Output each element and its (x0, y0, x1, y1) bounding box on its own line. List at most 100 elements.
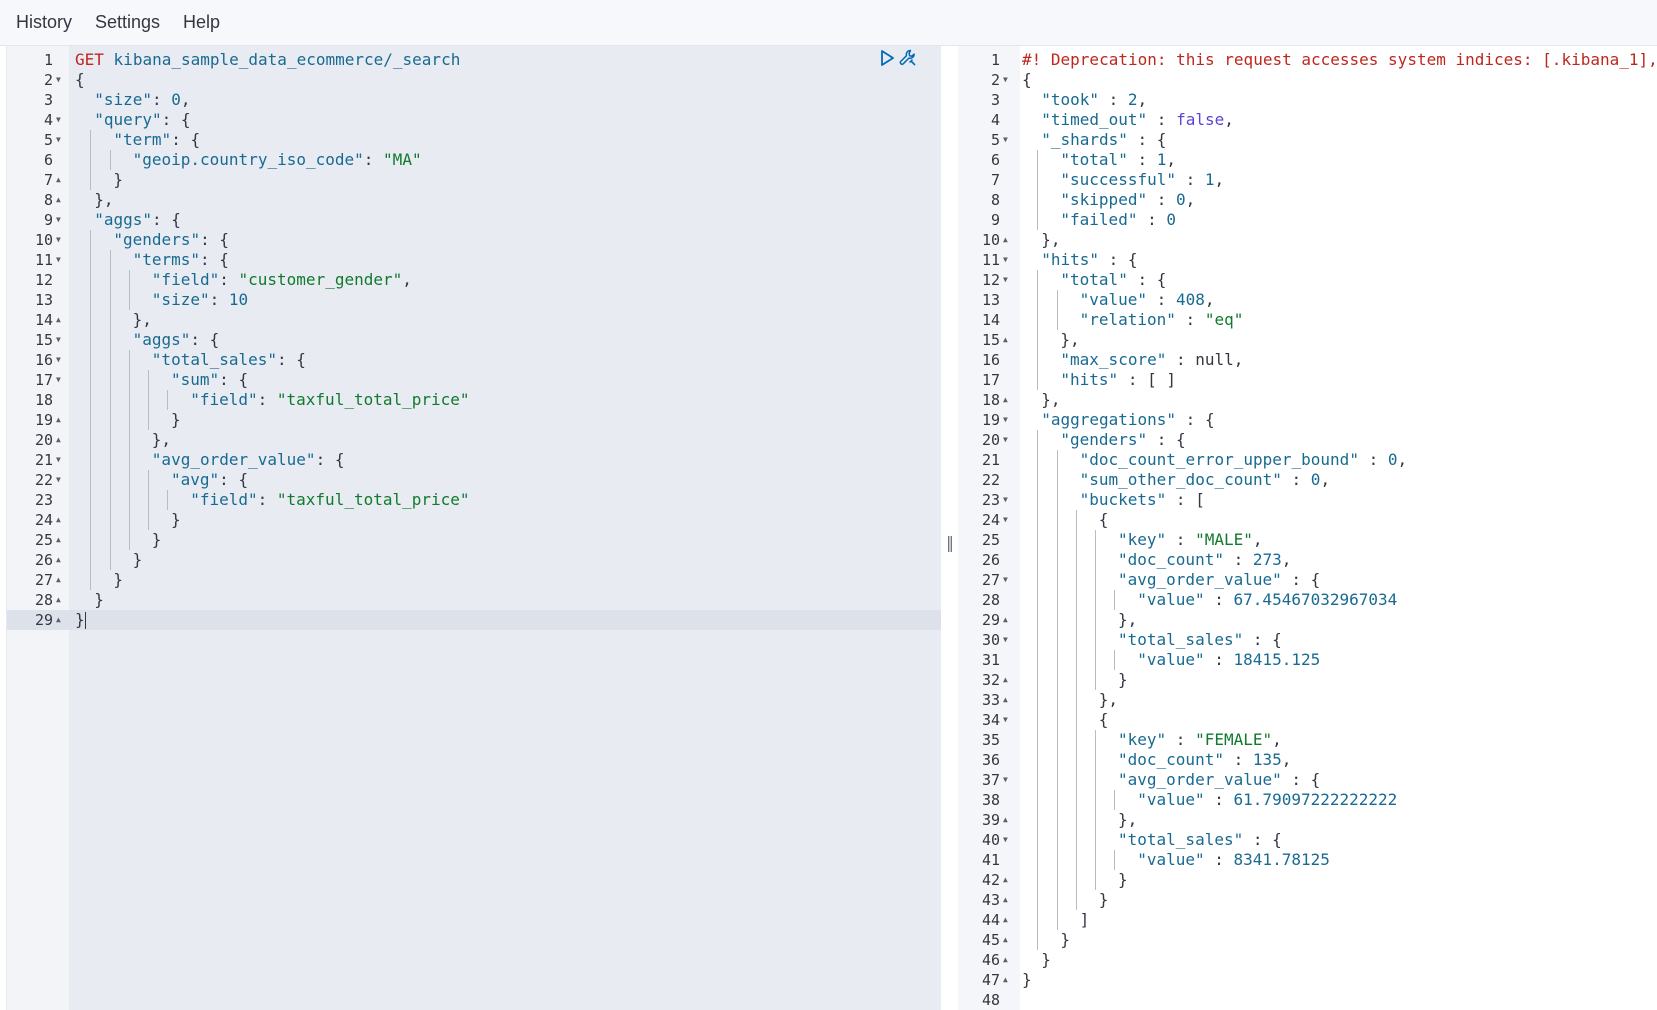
request-line[interactable]: 24 ▲} (7, 510, 942, 530)
request-line[interactable]: 8 ▲}, (7, 190, 942, 210)
fold-collapse-icon[interactable]: ▼ (56, 450, 66, 470)
divider-handle[interactable]: ‖ (946, 533, 954, 552)
fold-collapse-icon[interactable]: ▼ (56, 210, 66, 230)
fold-expand-icon[interactable]: ▲ (56, 410, 66, 430)
fold-expand-icon[interactable]: ▲ (1003, 890, 1013, 910)
fold-collapse-icon[interactable]: ▼ (56, 110, 66, 130)
code-token: "hits" (1060, 370, 1119, 389)
fold-expand-icon[interactable]: ▲ (1003, 970, 1013, 990)
request-line[interactable]: 9 ▼ "aggs": { (7, 210, 942, 230)
code-text: } (1022, 970, 1032, 990)
fold-expand-icon[interactable]: ▲ (1003, 230, 1013, 250)
indent-guide (1094, 630, 1096, 650)
fold-expand-icon[interactable]: ▲ (1003, 950, 1013, 970)
request-line[interactable]: 1 GET kibana_sample_data_ecommerce/_searc… (7, 50, 942, 70)
fold-expand-icon[interactable]: ▲ (1003, 670, 1013, 690)
request-line[interactable]: 2 ▼ { (7, 70, 942, 90)
menu-settings[interactable]: Settings (95, 12, 160, 33)
request-line[interactable]: 26 ▲} (7, 550, 942, 570)
request-line[interactable]: 15 ▼ "aggs": { (7, 330, 942, 350)
fold-collapse-icon[interactable]: ▼ (56, 330, 66, 350)
fold-collapse-icon[interactable]: ▼ (1003, 490, 1013, 510)
fold-collapse-icon[interactable]: ▼ (1003, 430, 1013, 450)
request-line[interactable]: 4 ▼ "query": { (7, 110, 942, 130)
fold-collapse-icon[interactable]: ▼ (1003, 250, 1013, 270)
fold-expand-icon[interactable]: ▲ (1003, 390, 1013, 410)
code-text: "doc_count" : 135, (1118, 750, 1291, 770)
code-token: "term" (113, 130, 172, 149)
fold-expand-icon[interactable]: ▲ (56, 190, 66, 210)
wrench-icon[interactable] (898, 48, 918, 68)
indent-guide (1094, 550, 1096, 570)
fold-expand-icon[interactable]: ▲ (56, 530, 66, 550)
request-line[interactable]: 12 "field": "customer_gender", (7, 270, 942, 290)
fold-collapse-icon[interactable]: ▼ (1003, 270, 1013, 290)
fold-expand-icon[interactable]: ▲ (1003, 870, 1013, 890)
play-icon[interactable] (878, 49, 896, 67)
request-lines[interactable]: 1 GET kibana_sample_data_ecommerce/_searc… (7, 46, 942, 630)
request-editor[interactable]: 1 GET kibana_sample_data_ecommerce/_searc… (6, 46, 942, 1010)
request-line[interactable]: 14 ▲}, (7, 310, 942, 330)
request-line[interactable]: 23 "field": "taxful_total_price" (7, 490, 942, 510)
fold-collapse-icon[interactable]: ▼ (56, 250, 66, 270)
pane-divider[interactable] (941, 46, 958, 1010)
fold-collapse-icon[interactable]: ▼ (1003, 830, 1013, 850)
fold-expand-icon[interactable]: ▲ (1003, 810, 1013, 830)
fold-expand-icon[interactable]: ▲ (1003, 690, 1013, 710)
indent-guide (90, 310, 92, 330)
request-line[interactable]: 28 ▲} (7, 590, 942, 610)
fold-collapse-icon[interactable]: ▼ (1003, 570, 1013, 590)
indent-guide (90, 530, 92, 550)
request-line[interactable]: 19 ▲} (7, 410, 942, 430)
indent-guide (109, 370, 111, 390)
fold-expand-icon[interactable]: ▲ (1003, 330, 1013, 350)
fold-collapse-icon[interactable]: ▼ (1003, 410, 1013, 430)
line-number: 14 (981, 311, 1000, 329)
fold-collapse-icon[interactable]: ▼ (1003, 710, 1013, 730)
request-line[interactable]: 11 ▼ "terms": { (7, 250, 942, 270)
request-line[interactable]: 13 "size": 10 (7, 290, 942, 310)
request-line[interactable]: 17 ▼ "sum": { (7, 370, 942, 390)
request-line[interactable]: 25 ▲} (7, 530, 942, 550)
request-line[interactable]: 6 "geoip.country_iso_code": "MA" (7, 150, 942, 170)
menu-history[interactable]: History (16, 12, 72, 33)
request-line[interactable]: 21 ▼ "avg_order_value": { (7, 450, 942, 470)
fold-expand-icon[interactable]: ▲ (56, 610, 66, 630)
code-token: , (1137, 90, 1148, 109)
request-line[interactable]: 20 ▲}, (7, 430, 942, 450)
fold-expand-icon[interactable]: ▲ (56, 170, 66, 190)
menu-help[interactable]: Help (183, 12, 220, 33)
fold-collapse-icon[interactable]: ▼ (56, 130, 66, 150)
request-line[interactable]: 10 ▼ "genders": { (7, 230, 942, 250)
fold-collapse-icon[interactable]: ▼ (56, 70, 66, 90)
code-token: , (1281, 750, 1292, 769)
request-line[interactable]: 16 ▼ "total_sales": { (7, 350, 942, 370)
fold-expand-icon[interactable]: ▲ (1003, 610, 1013, 630)
fold-expand-icon[interactable]: ▲ (56, 570, 66, 590)
fold-expand-icon[interactable]: ▲ (1003, 930, 1013, 950)
request-line[interactable]: 22 ▼ "avg": { (7, 470, 942, 490)
fold-collapse-icon[interactable]: ▼ (56, 350, 66, 370)
request-line[interactable]: 27 ▲} (7, 570, 942, 590)
request-line[interactable]: 29 ▲} (7, 610, 942, 630)
fold-collapse-icon[interactable]: ▼ (1003, 770, 1013, 790)
request-line[interactable]: 3 "size": 0, (7, 90, 942, 110)
fold-collapse-icon[interactable]: ▼ (56, 230, 66, 250)
request-line[interactable]: 18 "field": "taxful_total_price" (7, 390, 942, 410)
request-line[interactable]: 5 ▼ "term": { (7, 130, 942, 150)
code-text: "genders" : { (1060, 430, 1185, 450)
fold-collapse-icon[interactable]: ▼ (1003, 70, 1013, 90)
fold-collapse-icon[interactable]: ▼ (1003, 130, 1013, 150)
fold-expand-icon[interactable]: ▲ (1003, 910, 1013, 930)
fold-expand-icon[interactable]: ▲ (56, 550, 66, 570)
fold-expand-icon[interactable]: ▲ (56, 510, 66, 530)
fold-collapse-icon[interactable]: ▼ (1003, 510, 1013, 530)
fold-expand-icon[interactable]: ▲ (56, 430, 66, 450)
fold-collapse-icon[interactable]: ▼ (1003, 630, 1013, 650)
fold-collapse-icon[interactable]: ▼ (56, 470, 66, 490)
code-token: : (1204, 850, 1234, 869)
request-line[interactable]: 7 ▲} (7, 170, 942, 190)
fold-expand-icon[interactable]: ▲ (56, 590, 66, 610)
fold-collapse-icon[interactable]: ▼ (56, 370, 66, 390)
fold-expand-icon[interactable]: ▲ (56, 310, 66, 330)
